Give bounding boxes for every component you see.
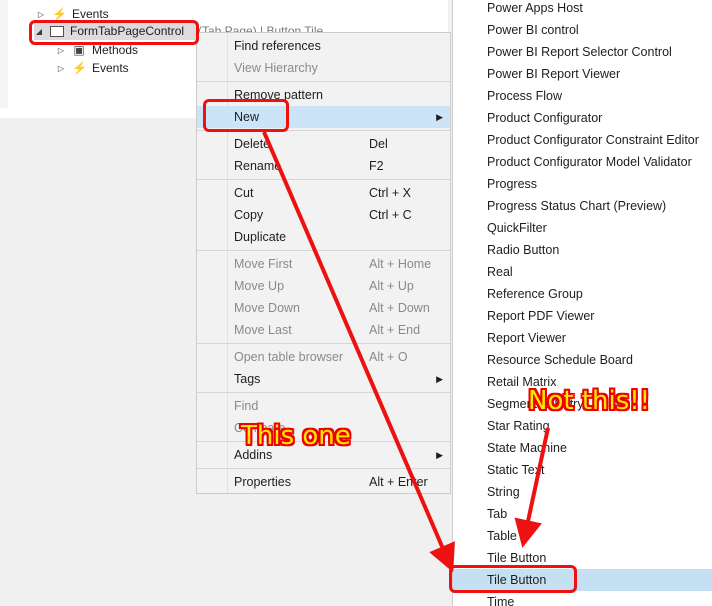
submenu-item[interactable]: Report PDF Viewer xyxy=(453,305,712,327)
submenu-item[interactable]: State Machine xyxy=(453,437,712,459)
submenu-item[interactable]: Power BI Report Viewer xyxy=(453,63,712,85)
submenu-item[interactable]: Real xyxy=(453,261,712,283)
highlight-box-new xyxy=(203,99,289,132)
submenu-item[interactable]: Power BI control xyxy=(453,19,712,41)
menu-item-delete[interactable]: Delete Del xyxy=(197,133,450,155)
submenu-item-label: Resource Schedule Board xyxy=(487,353,633,367)
submenu-item-label: Progress xyxy=(487,177,538,191)
expand-icon[interactable]: ▷ xyxy=(56,46,66,55)
submenu-item[interactable]: Power Apps Host xyxy=(453,0,712,19)
tree-gutter xyxy=(0,0,8,108)
submenu-item-label: Power Apps Host xyxy=(487,1,583,15)
bolt-icon: ⚡ xyxy=(52,7,67,21)
submenu-item-label: Report PDF Viewer xyxy=(487,309,595,323)
menu-item-move-last[interactable]: Move Last Alt + End xyxy=(197,319,450,341)
menu-item-move-first[interactable]: Move First Alt + Home xyxy=(197,253,450,275)
submenu-item-label: Time xyxy=(487,595,515,606)
submenu-item[interactable]: Report Viewer xyxy=(453,327,712,349)
submenu-item[interactable]: String xyxy=(453,481,712,503)
tree-node-events[interactable]: ▷ ⚡ Events xyxy=(56,59,129,77)
callout-not-this: Not this!! xyxy=(528,386,651,416)
menu-separator xyxy=(197,392,450,393)
menu-separator xyxy=(197,468,450,469)
menu-item-move-up[interactable]: Move Up Alt + Up xyxy=(197,275,450,297)
submenu-item[interactable]: Product Configurator Constraint Editor xyxy=(453,129,712,151)
menu-item-duplicate[interactable]: Duplicate xyxy=(197,226,450,248)
menu-separator xyxy=(197,179,450,180)
menu-item-move-down[interactable]: Move Down Alt + Down xyxy=(197,297,450,319)
menu-item-open-table-browser[interactable]: Open table browser Alt + O xyxy=(197,346,450,368)
submenu-item[interactable]: Progress Status Chart (Preview) xyxy=(453,195,712,217)
submenu-item-label: Power BI control xyxy=(487,23,579,37)
submenu-item[interactable]: Time xyxy=(453,591,712,606)
highlight-box-tile-button xyxy=(449,565,577,593)
expand-icon[interactable]: ▷ xyxy=(36,10,46,19)
submenu-item[interactable]: Static Text xyxy=(453,459,712,481)
menu-separator xyxy=(197,81,450,82)
submenu-item-label: Product Configurator xyxy=(487,111,603,125)
new-submenu: Power Apps Host Power BI control Power BI … xyxy=(452,0,712,606)
tree-node-label: Methods xyxy=(92,43,139,57)
submenu-item-label: Tab xyxy=(487,507,508,521)
submenu-item[interactable]: Star Rating xyxy=(453,415,712,437)
submenu-item[interactable]: Power BI Report Selector Control xyxy=(453,41,712,63)
menu-item-cut[interactable]: Cut Ctrl + X xyxy=(197,182,450,204)
chevron-right-icon: ▶ xyxy=(436,450,443,460)
menu-item-find-references[interactable]: Find references xyxy=(197,35,450,57)
chevron-right-icon: ▶ xyxy=(436,112,443,122)
submenu-item-label: Power BI Report Viewer xyxy=(487,67,621,81)
highlight-box-formtabpagecontrol xyxy=(29,20,199,45)
submenu-item[interactable]: Product Configurator xyxy=(453,107,712,129)
cube-icon: ▣ xyxy=(73,43,85,57)
submenu-item[interactable]: Process Flow xyxy=(453,85,712,107)
submenu-item-label: String xyxy=(487,485,520,499)
submenu-item-label: Process Flow xyxy=(487,89,563,103)
submenu-item-label: Table xyxy=(487,529,517,543)
submenu-item-label: Progress Status Chart (Preview) xyxy=(487,199,667,213)
submenu-item[interactable]: Tab xyxy=(453,503,712,525)
bolt-icon: ⚡ xyxy=(72,61,87,75)
menu-item-copy[interactable]: Copy Ctrl + C xyxy=(197,204,450,226)
submenu-item[interactable]: Progress xyxy=(453,173,712,195)
submenu-item[interactable]: Table xyxy=(453,525,712,547)
submenu-item-label: Star Rating xyxy=(487,419,550,433)
submenu-item-label: Product Configurator Model Validator xyxy=(487,155,692,169)
submenu-item[interactable]: Radio Button xyxy=(453,239,712,261)
submenu-item[interactable]: Product Configurator Model Validator xyxy=(453,151,712,173)
submenu-item-label: State Machine xyxy=(487,441,567,455)
callout-this-one: This one xyxy=(241,421,351,451)
submenu-item-label: Static Text xyxy=(487,463,545,477)
menu-separator xyxy=(197,250,450,251)
submenu-item-label: Real xyxy=(487,265,513,279)
expand-icon[interactable]: ▷ xyxy=(56,64,66,73)
menu-item-properties[interactable]: Properties Alt + Enter xyxy=(197,471,450,493)
submenu-item[interactable]: Reference Group xyxy=(453,283,712,305)
submenu-item-label: Radio Button xyxy=(487,243,560,257)
submenu-item[interactable]: QuickFilter xyxy=(453,217,712,239)
menu-item-find[interactable]: Find xyxy=(197,395,450,417)
chevron-right-icon: ▶ xyxy=(436,374,443,384)
menu-item-tags[interactable]: Tags ▶ xyxy=(197,368,450,390)
menu-item-view-hierarchy[interactable]: View Hierarchy xyxy=(197,57,450,79)
tree-node-label: Events xyxy=(72,7,109,21)
menu-separator xyxy=(197,343,450,344)
tree-node-label: Events xyxy=(92,61,129,75)
submenu-item-label: QuickFilter xyxy=(487,221,547,235)
submenu-item-label: Reference Group xyxy=(487,287,583,301)
submenu-item-label: Product Configurator Constraint Editor xyxy=(487,133,699,147)
submenu-item[interactable]: Resource Schedule Board xyxy=(453,349,712,371)
menu-item-rename[interactable]: Rename F2 xyxy=(197,155,450,177)
submenu-item-label: Power BI Report Selector Control xyxy=(487,45,672,59)
submenu-item-label: Report Viewer xyxy=(487,331,566,345)
